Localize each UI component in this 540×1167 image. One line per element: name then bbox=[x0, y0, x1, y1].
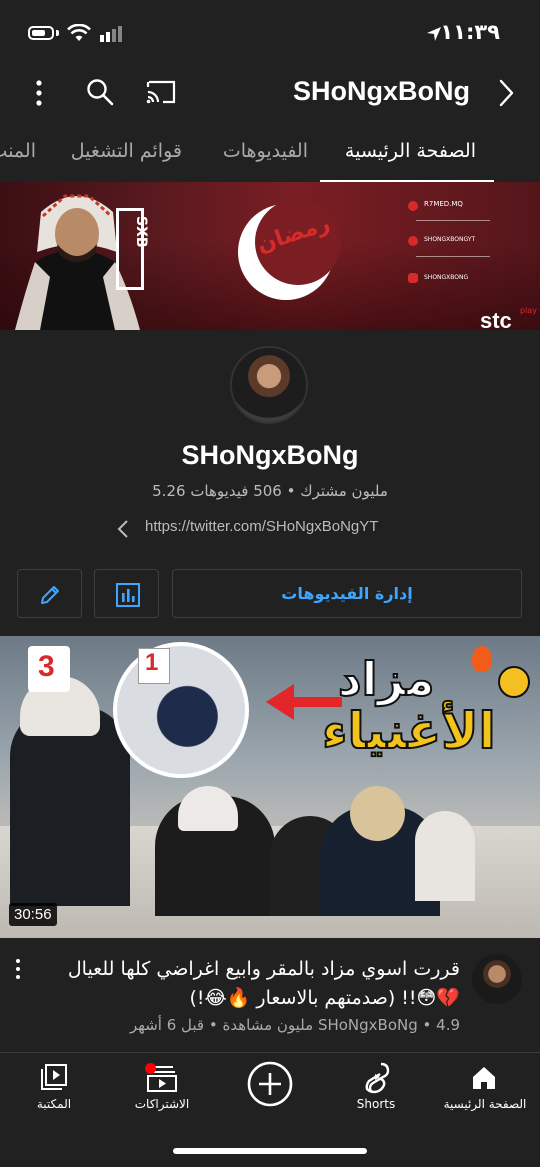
nav-subscriptions-label[interactable]: الاشتراكات bbox=[122, 1097, 202, 1111]
video-title[interactable]: قررت اسوي مزاد بالمقر وابيع اغراضي كلها … bbox=[40, 955, 460, 1013]
thumb-title-text-2: الأغنياء bbox=[321, 701, 497, 761]
snapchat-icon bbox=[408, 201, 418, 211]
signal-icon bbox=[100, 26, 122, 42]
video-thumbnail[interactable]: 3 1 مزاد الأغنياء bbox=[0, 636, 540, 938]
channel-name: SHoNgxBoNg bbox=[181, 440, 359, 470]
banner-divider bbox=[416, 220, 490, 221]
thumb-ghutra bbox=[178, 786, 238, 831]
channel-stats: 5.26 مليون مشترك • 506 فيديوهات bbox=[152, 482, 388, 500]
tab-playlists[interactable]: قوائم التشغيل bbox=[71, 140, 182, 162]
search-icon[interactable] bbox=[86, 78, 114, 106]
tab-videos[interactable]: الفيديوهات bbox=[223, 140, 308, 162]
stc-logo: stc bbox=[480, 308, 512, 330]
banner-handle-1: R7MED.MQ bbox=[424, 200, 463, 208]
thumb-paddle-3-number: 3 bbox=[38, 650, 55, 683]
nav-home-label[interactable]: الصفحة الرئيسية bbox=[436, 1097, 534, 1111]
video-meta: SHoNgxBoNg • 4.9 مليون مشاهدة • قبل 6 أش… bbox=[130, 1016, 460, 1034]
edit-channel-button[interactable] bbox=[17, 569, 82, 618]
pencil-icon bbox=[41, 586, 59, 604]
shorts-icon[interactable] bbox=[364, 1062, 390, 1094]
thumb-title-text-1: مزاد bbox=[337, 651, 435, 707]
instagram-icon bbox=[408, 273, 418, 283]
create-icon[interactable] bbox=[246, 1060, 294, 1108]
thumb-paddle-1-number: 1 bbox=[145, 649, 159, 676]
battery-tip bbox=[56, 30, 59, 36]
banner-handle-2: SHONGXBONGYT bbox=[424, 236, 476, 243]
video-channel-avatar[interactable] bbox=[472, 954, 522, 1004]
analytics-icon bbox=[116, 583, 140, 607]
stc-play-text: play bbox=[520, 306, 537, 315]
thumb-person bbox=[415, 811, 475, 901]
battery-icon bbox=[28, 26, 54, 40]
wifi-icon bbox=[67, 24, 91, 41]
tab-community-partial[interactable]: المنت bbox=[0, 140, 36, 162]
more-vert-icon[interactable] bbox=[33, 79, 45, 107]
channel-banner: SXB رمضان R7MED.MQ SHONGXBONGYT SHONGXBO… bbox=[0, 182, 540, 330]
thumb-person bbox=[10, 706, 130, 906]
tab-home[interactable]: الصفحة الرئيسية bbox=[345, 140, 476, 162]
video-duration: 30:56 bbox=[9, 903, 57, 926]
channel-avatar[interactable] bbox=[230, 346, 308, 424]
nav-shorts-label[interactable]: Shorts bbox=[336, 1097, 416, 1111]
status-bar: ١١:٣٩ bbox=[0, 0, 540, 66]
video-more-icon[interactable] bbox=[13, 958, 23, 980]
status-time: ١١:٣٩ bbox=[440, 20, 500, 44]
home-icon[interactable] bbox=[470, 1064, 498, 1092]
sunglasses-emoji-icon bbox=[498, 666, 530, 698]
sxb-logo-text: SXB bbox=[133, 216, 149, 248]
cast-icon[interactable] bbox=[145, 79, 177, 105]
library-icon[interactable] bbox=[40, 1063, 68, 1091]
manage-videos-button[interactable]: إدارة الفيديوهات bbox=[172, 569, 522, 618]
fire-emoji-icon bbox=[472, 646, 492, 672]
header-channel-title: SHoNgxBoNg bbox=[293, 76, 470, 106]
home-indicator bbox=[173, 1148, 367, 1154]
banner-handle-3: SHONGXBONG bbox=[424, 274, 469, 281]
twitter-icon bbox=[408, 236, 418, 246]
manage-videos-label: إدارة الفيديوهات bbox=[281, 584, 413, 603]
nav-library-label[interactable]: المكتبة bbox=[14, 1097, 94, 1111]
chevron-left-icon[interactable] bbox=[116, 519, 130, 539]
thumb-head bbox=[350, 786, 405, 841]
notification-dot bbox=[145, 1063, 156, 1074]
thumb-inset-circle bbox=[113, 642, 249, 778]
banner-divider bbox=[416, 256, 490, 257]
chevron-right-icon[interactable] bbox=[496, 78, 516, 108]
channel-link[interactable]: https://twitter.com/SHoNgxBoNgYT bbox=[145, 518, 378, 535]
analytics-button[interactable] bbox=[94, 569, 159, 618]
